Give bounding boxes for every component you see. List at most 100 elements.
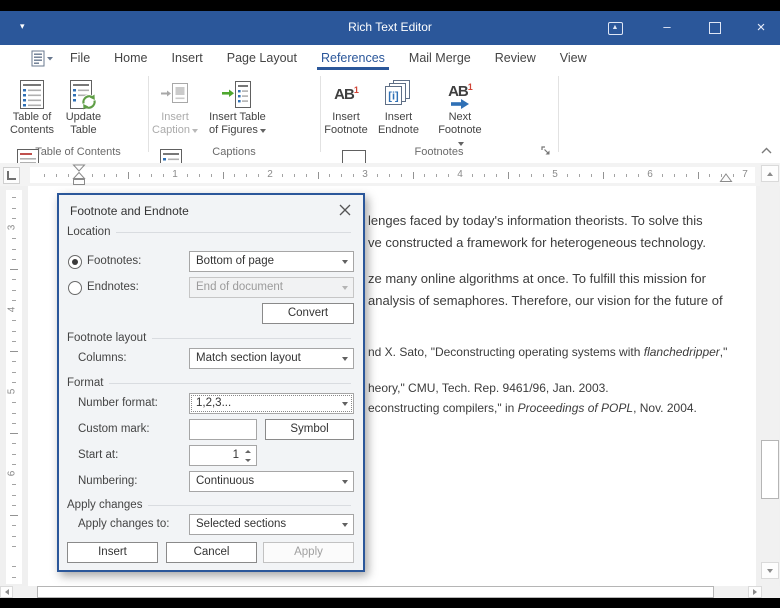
tab-mail-merge[interactable]: Mail Merge — [397, 45, 483, 72]
dialog-close-icon[interactable] — [338, 203, 352, 217]
apply-changes-to-select[interactable]: Selected sections — [189, 514, 354, 535]
format-group-header: Format — [67, 376, 351, 390]
document-text-line: lenges faced by today's information theo… — [368, 213, 703, 228]
ruler-tick — [12, 443, 16, 444]
document-text-line: analysis of semaphores. Therefore, our v… — [368, 293, 723, 308]
indent-markers[interactable] — [72, 164, 86, 186]
ruler-tick — [163, 174, 164, 177]
ruler-tick — [318, 172, 319, 179]
insert-footnote-button[interactable]: AB1 InsertFootnote — [322, 74, 370, 143]
tab-review[interactable]: Review — [483, 45, 548, 72]
tab-file[interactable]: File — [58, 45, 102, 72]
table-of-contents-button[interactable]: Table ofContents — [8, 74, 56, 143]
scroll-left-button[interactable] — [0, 586, 13, 598]
insert-endnote-icon: [i] — [374, 77, 422, 111]
ruler-tick — [44, 174, 45, 177]
horizontal-scrollbar[interactable] — [0, 586, 780, 598]
screenshot-top-edge — [0, 0, 780, 11]
right-arrow-icon — [753, 589, 757, 595]
ruler-tick — [258, 174, 259, 177]
update-table-toc-button[interactable]: UpdateTable — [60, 74, 106, 143]
start-at-spinner[interactable]: 1 — [189, 445, 257, 466]
scroll-down-button[interactable] — [761, 562, 779, 579]
spinner-down-icon[interactable] — [242, 456, 254, 465]
ruler-number: 1 — [170, 169, 180, 180]
tab-stop-selector[interactable] — [3, 167, 20, 184]
insert-endnote-button[interactable]: [i] InsertEndnote — [374, 74, 422, 143]
tab-home[interactable]: Home — [102, 45, 159, 72]
ruler-tick — [12, 331, 16, 332]
ruler-tick — [353, 174, 354, 177]
insert-button[interactable]: Insert — [67, 542, 158, 563]
apply-button[interactable]: Apply — [263, 542, 354, 563]
ruler-tick — [341, 174, 342, 177]
ruler-tick — [567, 174, 568, 177]
ruler-tick — [519, 174, 520, 177]
convert-button[interactable]: Convert — [262, 303, 354, 324]
application-menu-icon[interactable] — [31, 50, 57, 68]
ruler-number: 6 — [6, 471, 17, 477]
insert-caption-icon — [150, 77, 200, 111]
next-footnote-button[interactable]: AB1 Next Footnote — [427, 74, 493, 143]
ruler-number: 7 — [740, 169, 750, 180]
minimize-button[interactable]: – — [652, 20, 682, 36]
endnotes-radio[interactable] — [68, 281, 82, 295]
ruler-tick — [733, 174, 734, 177]
float-window-button[interactable]: ▲ — [600, 20, 630, 36]
footnotes-dialog-launcher-icon[interactable] — [540, 145, 552, 157]
custom-mark-input[interactable] — [189, 419, 257, 440]
close-window-button[interactable]: × — [746, 20, 776, 36]
ruler-tick — [12, 546, 16, 547]
footnotes-position-select[interactable]: Bottom of page — [189, 251, 354, 272]
float-icon: ▲ — [608, 22, 623, 35]
collapse-ribbon-chevron-icon[interactable] — [760, 146, 773, 155]
ruler-tick — [12, 300, 16, 301]
right-indent-marker[interactable] — [719, 173, 733, 183]
ruler-tick — [436, 174, 437, 177]
scroll-right-button[interactable] — [748, 586, 762, 598]
tab-insert[interactable]: Insert — [160, 45, 215, 72]
ruler-zone: 1234567 — [0, 163, 780, 186]
cancel-button[interactable]: Cancel — [166, 542, 257, 563]
endnotes-position-select: End of document — [189, 277, 354, 298]
ruler-tick — [211, 174, 212, 177]
numbering-select[interactable]: Continuous — [189, 471, 354, 492]
dialog-title: Footnote and Endnote — [70, 204, 189, 218]
ruler-tick — [92, 174, 93, 177]
start-at-label: Start at: — [78, 445, 118, 466]
ruler-tick — [12, 505, 16, 506]
tab-page-layout[interactable]: Page Layout — [215, 45, 309, 72]
dropdown-arrow-icon — [342, 523, 348, 527]
insert-caption-button[interactable]: InsertCaption — [150, 74, 200, 143]
scroll-up-button[interactable] — [761, 165, 779, 182]
number-format-select[interactable]: 1,2,3... — [189, 393, 354, 414]
tab-references[interactable]: References — [309, 45, 397, 72]
ruler-tick — [294, 174, 295, 177]
ruler-tick — [377, 174, 378, 177]
location-group-header: Location — [67, 225, 351, 239]
ruler-tick — [12, 536, 16, 537]
apply-changes-group-header: Apply changes — [67, 498, 351, 512]
columns-select[interactable]: Match section layout — [189, 348, 354, 369]
ruler-tick — [104, 174, 105, 177]
ruler-number: 2 — [265, 169, 275, 180]
tab-view[interactable]: View — [548, 45, 599, 72]
ruler-tick — [12, 372, 16, 373]
ruler-tick — [448, 174, 449, 177]
spinner-up-icon[interactable] — [242, 447, 254, 456]
ruler-tick — [12, 484, 16, 485]
ruler-tick — [12, 495, 16, 496]
dropdown-arrow-icon — [342, 357, 348, 361]
vertical-scrollbar[interactable] — [760, 163, 779, 586]
left-arrow-icon — [5, 589, 9, 595]
footnotes-radio[interactable] — [68, 255, 82, 269]
ruler-tick — [10, 433, 18, 434]
ruler-number: 5 — [6, 389, 17, 395]
symbol-button[interactable]: Symbol — [265, 419, 354, 440]
horizontal-scrollbar-thumb[interactable] — [37, 586, 714, 598]
insert-table-of-figures-dropdown-chevron[interactable] — [260, 129, 266, 133]
ruler-tick — [234, 174, 235, 177]
maximize-button[interactable] — [700, 20, 730, 36]
insert-table-of-figures-button[interactable]: Insert Tableof Figures — [204, 74, 270, 143]
vertical-scrollbar-thumb[interactable] — [761, 440, 779, 499]
